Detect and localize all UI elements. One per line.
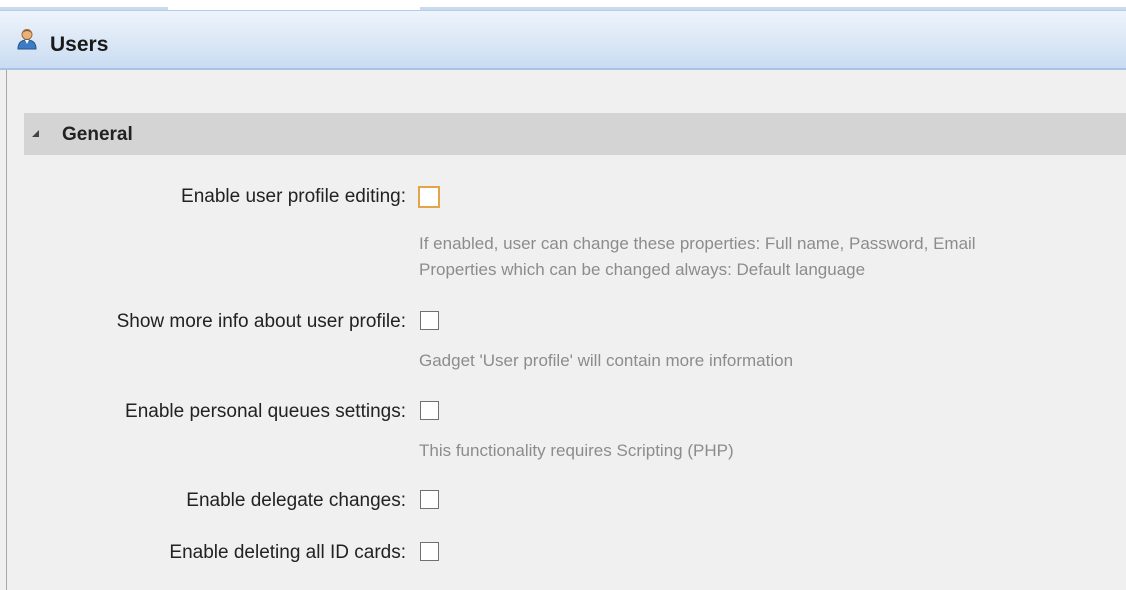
users-settings-page: Users General Enable user profile editin… xyxy=(0,0,1126,590)
setting-label-more-user-info: Show more info about user profile: xyxy=(116,311,406,332)
top-tab-strip xyxy=(0,0,1126,10)
section-header-general[interactable]: General xyxy=(24,113,1126,155)
setting-hint: This functionality requires Scripting (P… xyxy=(419,441,734,460)
setting-hint: Properties which can be changed always: … xyxy=(419,260,866,279)
section-title: General xyxy=(62,124,133,145)
checkbox-user-profile-editing[interactable] xyxy=(418,186,440,208)
checkbox-delegate-changes[interactable] xyxy=(420,490,439,509)
setting-label-personal-queues: Enable personal queues settings: xyxy=(125,401,406,422)
left-divider xyxy=(6,70,7,590)
user-icon xyxy=(16,28,38,50)
setting-label-delegate-changes: Enable delegate changes: xyxy=(186,490,406,511)
setting-label-user-profile-editing: Enable user profile editing: xyxy=(181,186,406,207)
setting-hint: If enabled, user can change these proper… xyxy=(419,234,976,253)
checkbox-more-user-info[interactable] xyxy=(420,311,439,330)
page-title: Users xyxy=(50,33,109,56)
setting-hint: Gadget 'User profile' will contain more … xyxy=(419,351,794,370)
setting-label-delete-id-cards: Enable deleting all ID cards: xyxy=(169,542,406,563)
page-header: Users xyxy=(0,10,1126,70)
collapse-triangle-icon[interactable] xyxy=(32,130,39,137)
checkbox-delete-id-cards[interactable] xyxy=(420,542,439,561)
checkbox-personal-queues[interactable] xyxy=(420,401,439,420)
